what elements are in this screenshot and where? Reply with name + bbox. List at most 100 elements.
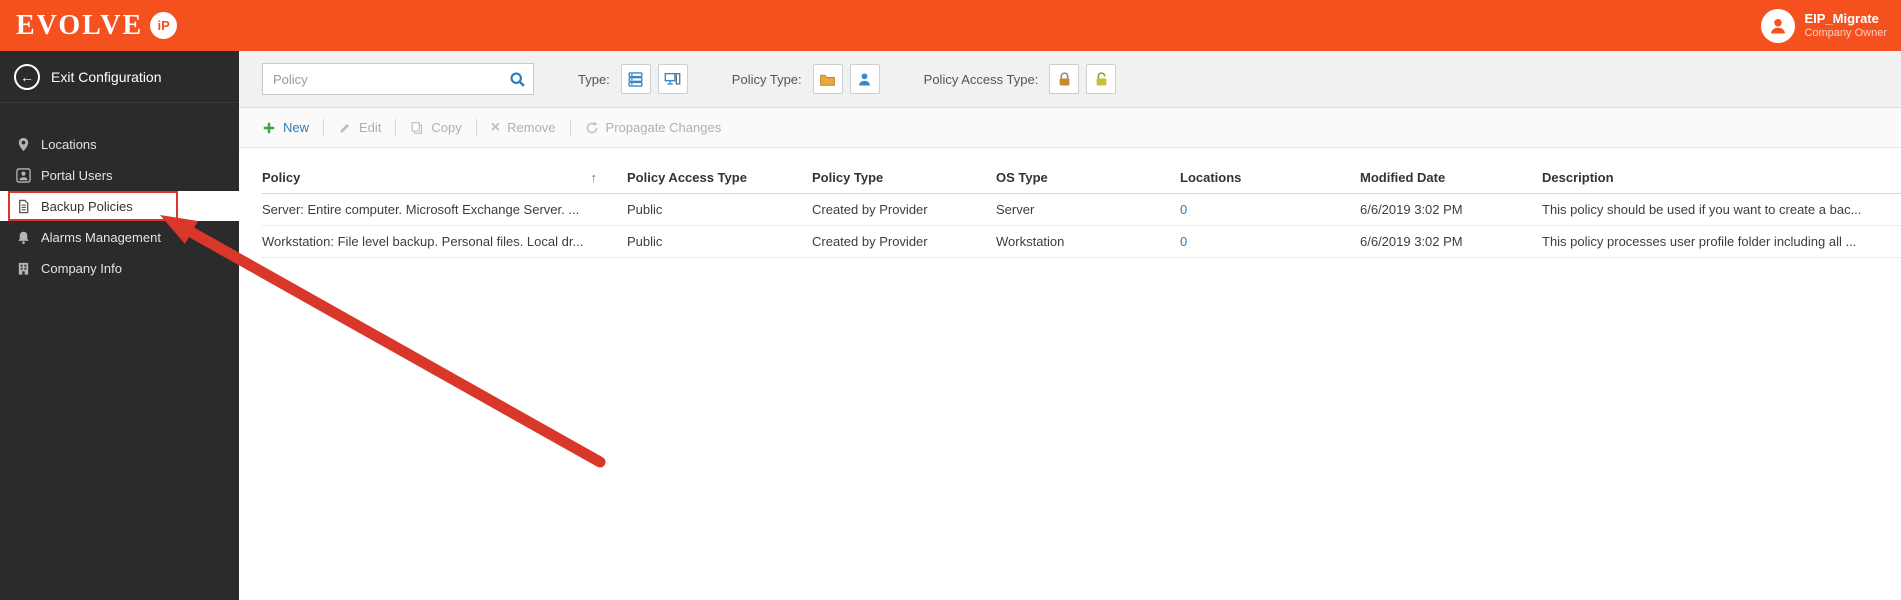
- sidebar-item-company-info[interactable]: Company Info: [0, 253, 239, 283]
- column-header-policy[interactable]: Policy ↑: [262, 163, 627, 194]
- copy-button-label: Copy: [431, 120, 462, 135]
- type-workstation-filter-button[interactable]: [657, 64, 688, 94]
- cell-description: This policy should be used if you want t…: [1542, 193, 1901, 226]
- sidebar-item-label: Portal Users: [41, 167, 113, 183]
- table-header-row: Policy ↑ Policy Access Type Policy Type …: [262, 163, 1901, 194]
- toolbar-divider: [569, 119, 571, 136]
- sidebar-item-backup-policies[interactable]: Backup Policies: [0, 191, 239, 221]
- policy-access-type-filter-group: Policy Access Type:: [924, 64, 1117, 94]
- sidebar-item-label: Backup Policies: [41, 198, 133, 214]
- edit-button-label: Edit: [359, 120, 382, 135]
- column-header-label: Policy: [262, 170, 301, 186]
- column-header-label: Policy Type: [812, 170, 884, 186]
- brand-badge-icon: iP: [150, 12, 178, 39]
- cell-locations: 0: [1180, 193, 1360, 226]
- brand-logo: EVOLVE iP: [16, 9, 178, 41]
- plus-icon: [263, 122, 275, 133]
- toolbar-divider: [475, 119, 477, 136]
- policy-type-filter-label: Policy Type:: [731, 71, 802, 87]
- locations-count-link[interactable]: 0: [1180, 234, 1187, 249]
- policy-access-type-filter-label: Policy Access Type:: [923, 71, 1039, 87]
- cell-policy-type: Created by Provider: [812, 193, 996, 226]
- type-filter-group: Type:: [578, 64, 688, 94]
- propagate-changes-label: Propagate Changes: [605, 120, 722, 135]
- edit-button[interactable]: Edit: [338, 120, 381, 135]
- search-button[interactable]: [501, 64, 533, 94]
- toolbar-divider: [323, 119, 325, 136]
- cell-policy: Workstation: File level backup. Personal…: [262, 225, 627, 258]
- action-bar: New Edit Copy × Remove Propagate Changes: [239, 108, 1901, 148]
- policies-table: Policy ↑ Policy Access Type Policy Type …: [262, 163, 1901, 258]
- cell-access-type: Public: [627, 193, 812, 226]
- policy-type-provider-filter-button[interactable]: [812, 64, 843, 94]
- user-avatar-icon: [1761, 8, 1796, 43]
- column-header-os-type[interactable]: OS Type: [996, 163, 1180, 194]
- sidebar-item-alarms-management[interactable]: Alarms Management: [0, 222, 239, 252]
- column-header-label: Description: [1542, 170, 1614, 186]
- workstation-icon: [664, 72, 681, 85]
- toolbar-divider: [395, 119, 397, 136]
- propagate-changes-button[interactable]: Propagate Changes: [585, 120, 722, 135]
- user-name: EIP_Migrate: [1804, 10, 1879, 26]
- lock-open-icon: [1096, 71, 1107, 85]
- column-header-locations[interactable]: Locations: [1180, 163, 1360, 194]
- search-input[interactable]: [263, 71, 501, 87]
- locations-count-link[interactable]: 0: [1180, 202, 1187, 217]
- location-pin-icon: [18, 137, 29, 151]
- back-arrow-icon: ←: [14, 63, 40, 90]
- exit-configuration-label: Exit Configuration: [51, 68, 162, 85]
- sidebar-item-portal-users[interactable]: Portal Users: [0, 160, 239, 190]
- column-header-description[interactable]: Description: [1542, 163, 1901, 194]
- column-header-label: Modified Date: [1360, 170, 1446, 186]
- remove-x-icon: ×: [490, 118, 501, 136]
- sort-ascending-icon: ↑: [590, 170, 598, 186]
- sidebar-item-label: Locations: [41, 136, 97, 152]
- user-icon: [859, 72, 871, 85]
- table-row[interactable]: Server: Entire computer. Microsoft Excha…: [262, 193, 1901, 226]
- column-header-modified-date[interactable]: Modified Date: [1360, 163, 1542, 194]
- user-card-icon: [16, 167, 31, 183]
- sidebar-nav: Locations Portal Users Backup Policies A…: [0, 129, 239, 283]
- alarm-bell-icon: [18, 231, 29, 244]
- column-header-label: OS Type: [996, 170, 1048, 186]
- user-menu[interactable]: EIP_Migrate Company Owner: [1761, 8, 1889, 43]
- server-icon: [628, 71, 643, 87]
- cell-modified-date: 6/6/2019 3:02 PM: [1360, 193, 1542, 226]
- remove-button-label: Remove: [507, 120, 556, 135]
- policies-table-wrap: Policy ↑ Policy Access Type Policy Type …: [239, 148, 1901, 258]
- exit-configuration-button[interactable]: ← Exit Configuration: [0, 51, 239, 103]
- new-button-label: New: [283, 120, 310, 135]
- table-row[interactable]: Workstation: File level backup. Personal…: [262, 225, 1901, 258]
- pencil-icon: [340, 123, 350, 133]
- type-server-filter-button[interactable]: [620, 64, 651, 94]
- cell-os-type: Server: [996, 193, 1180, 226]
- sidebar: ← Exit Configuration Locations Portal Us…: [0, 51, 239, 600]
- cell-description: This policy processes user profile folde…: [1542, 225, 1901, 258]
- cell-os-type: Workstation: [996, 225, 1180, 258]
- search-icon: [509, 71, 525, 87]
- sidebar-item-locations[interactable]: Locations: [0, 129, 239, 159]
- provider-folder-icon: [820, 74, 835, 86]
- sync-icon: [586, 121, 597, 133]
- column-header-policy-type[interactable]: Policy Type: [812, 163, 996, 194]
- remove-button[interactable]: × Remove: [490, 118, 556, 136]
- brand-name: EVOLVE: [16, 9, 144, 41]
- new-button[interactable]: New: [262, 120, 309, 135]
- policy-type-user-filter-button[interactable]: [849, 64, 880, 94]
- access-type-public-filter-button[interactable]: [1086, 64, 1117, 94]
- column-header-label: Locations: [1180, 170, 1242, 186]
- sidebar-item-label: Alarms Management: [41, 229, 161, 245]
- column-header-label: Policy Access Type: [627, 170, 747, 186]
- user-role: Company Owner: [1804, 26, 1887, 39]
- policy-type-filter-group: Policy Type:: [732, 64, 880, 94]
- column-header-policy-access-type[interactable]: Policy Access Type: [627, 163, 812, 194]
- policy-document-icon: [19, 199, 29, 213]
- cell-policy-type: Created by Provider: [812, 225, 996, 258]
- search-box: [262, 63, 534, 95]
- cell-locations: 0: [1180, 225, 1360, 258]
- building-icon: [18, 262, 29, 275]
- access-type-locked-filter-button[interactable]: [1049, 64, 1080, 94]
- filter-bar: Type: Policy Type: Policy Access Type:: [239, 51, 1901, 108]
- copy-button[interactable]: Copy: [410, 120, 462, 135]
- lock-closed-icon: [1059, 71, 1070, 85]
